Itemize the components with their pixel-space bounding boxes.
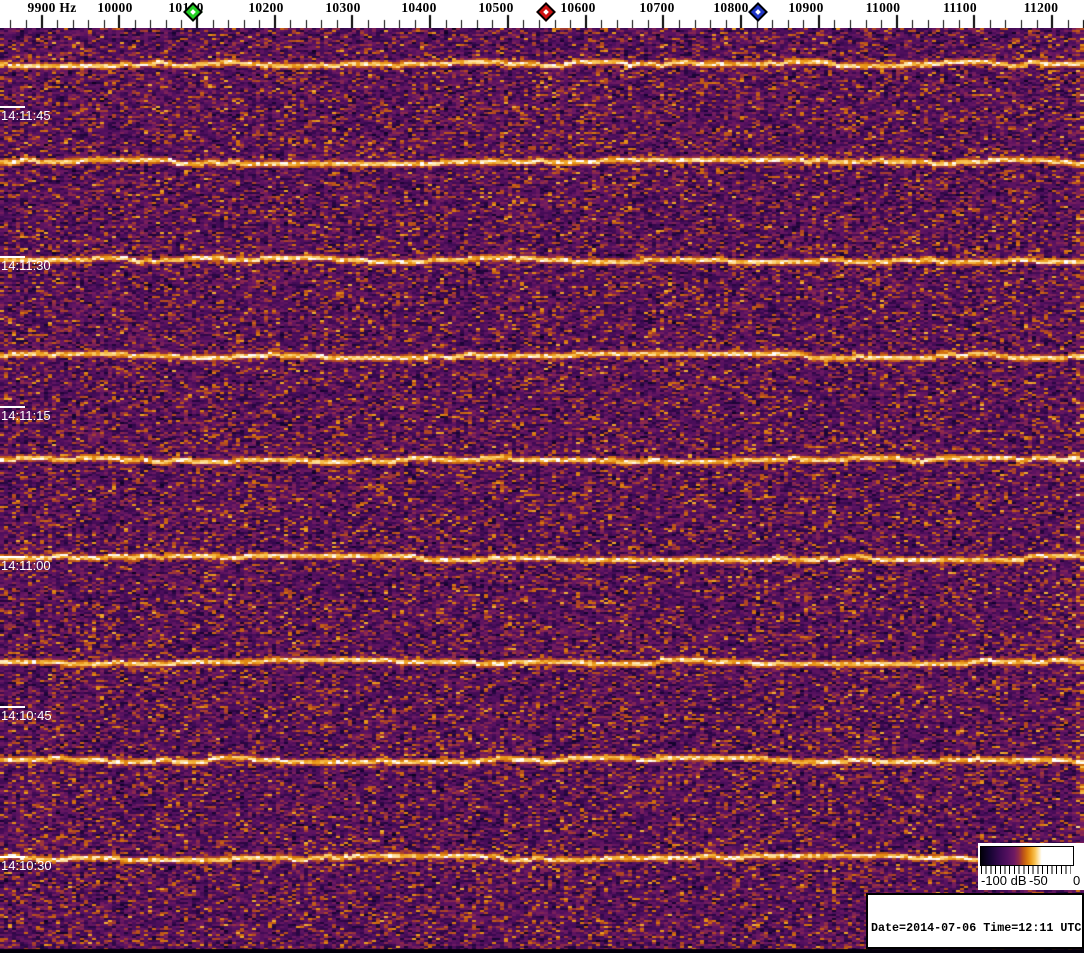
info-line-date: Date=2014-07-06 Time=12:11 UTC bbox=[871, 920, 1082, 935]
frequency-ruler[interactable]: 9900 Hz100001010010200103001040010500106… bbox=[0, 0, 1084, 28]
marker-center-dot bbox=[543, 9, 549, 15]
scale-label-min: -100 dB bbox=[981, 873, 1027, 888]
freq-label: 10500 bbox=[478, 0, 514, 15]
color-gradient-bar[interactable] bbox=[980, 846, 1074, 866]
marker-center-dot bbox=[190, 9, 196, 15]
time-label: 14:10:30 bbox=[1, 858, 52, 873]
time-label: 14:11:45 bbox=[1, 108, 51, 123]
time-label: 14:10:45 bbox=[1, 708, 52, 723]
spectrum-waterfall-window: 9900 Hz100001010010200103001040010500106… bbox=[0, 0, 1084, 953]
time-label: 14:11:00 bbox=[1, 558, 51, 573]
status-info-box: Date=2014-07-06 Time=12:11 UTC Freq=143 … bbox=[866, 893, 1084, 949]
scale-label-max: 0 bbox=[1073, 873, 1081, 888]
scale-label-mid: -50 bbox=[1029, 873, 1048, 888]
time-label: 14:11:15 bbox=[1, 408, 51, 423]
marker-center-dot bbox=[755, 9, 761, 15]
time-label: 14:11:30 bbox=[1, 258, 51, 273]
waterfall-spectrogram[interactable] bbox=[0, 28, 1084, 953]
freq-label: 11100 bbox=[943, 0, 977, 15]
amplitude-color-scale: -100 dB -50 0 bbox=[978, 843, 1084, 890]
freq-label: 11200 bbox=[1023, 0, 1059, 15]
